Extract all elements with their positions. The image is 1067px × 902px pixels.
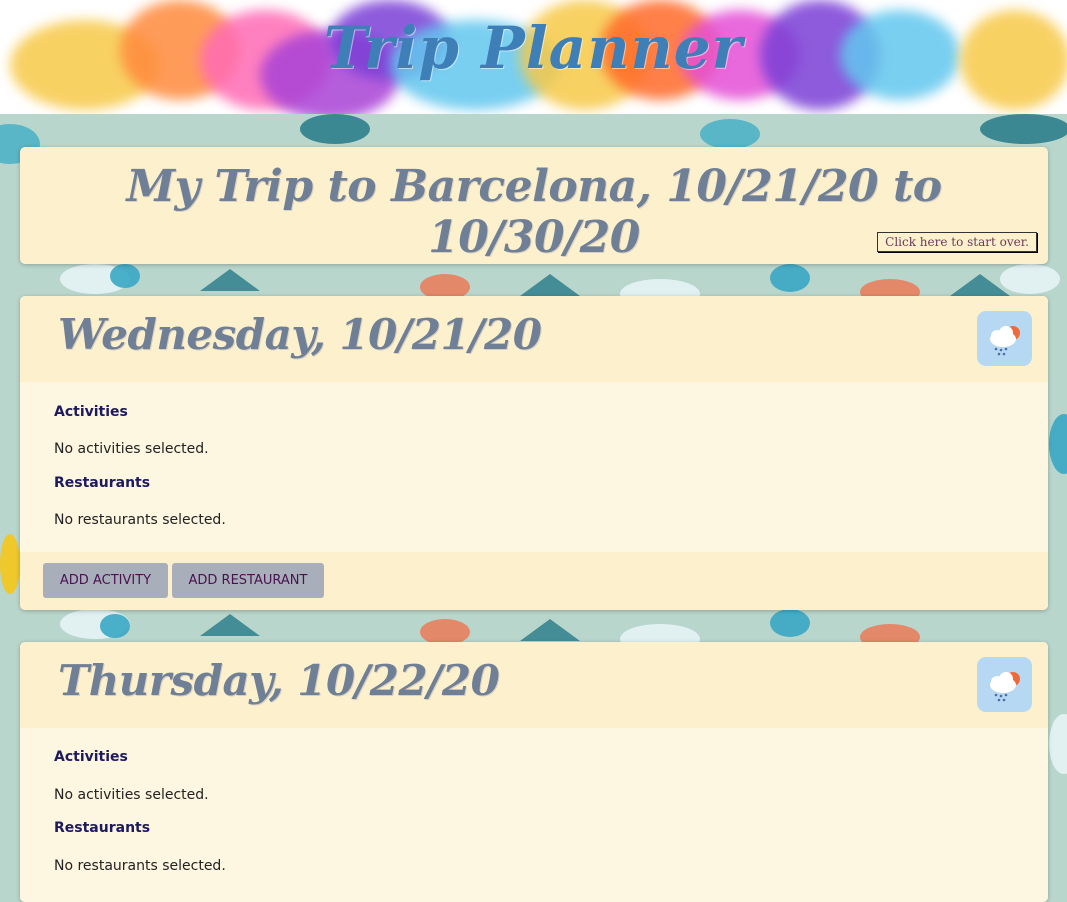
day-card: Wednesday, 10/21/20 Activities No activi… <box>20 296 1048 610</box>
day-title: Wednesday, 10/21/20 <box>58 310 542 359</box>
day-header: Thursday, 10/22/20 <box>20 642 1048 728</box>
trip-summary-card: My Trip to Barcelona, 10/21/20 to 10/30/… <box>20 147 1048 264</box>
day-header: Wednesday, 10/21/20 <box>20 296 1048 382</box>
day-title: Thursday, 10/22/20 <box>58 656 500 705</box>
restaurants-empty-text: No restaurants selected. <box>54 512 226 528</box>
activities-empty-text: No activities selected. <box>54 441 209 457</box>
activities-heading: Activities <box>54 404 128 420</box>
restaurants-empty-text: No restaurants selected. <box>54 858 226 874</box>
day-card: Thursday, 10/22/20 Activities No activit… <box>20 642 1048 902</box>
activities-heading: Activities <box>54 749 128 765</box>
app-title: Trip Planner <box>323 14 744 82</box>
rain-cloud-sun-icon <box>977 657 1032 712</box>
restaurants-heading: Restaurants <box>54 475 151 491</box>
day-footer: Add Activity Add Restaurant <box>20 552 1048 610</box>
restaurants-heading: Restaurants <box>54 820 151 836</box>
day-body: Activities No activities selected. Resta… <box>20 382 1048 552</box>
start-over-button[interactable]: Click here to start over. <box>877 232 1037 252</box>
add-activity-button[interactable]: Add Activity <box>43 563 168 598</box>
add-restaurant-button[interactable]: Add Restaurant <box>172 563 324 598</box>
rain-cloud-sun-icon <box>977 311 1032 366</box>
activities-empty-text: No activities selected. <box>54 787 209 803</box>
day-body: Activities No activities selected. Resta… <box>20 728 1048 902</box>
header-banner: Trip Planner <box>0 0 1067 114</box>
